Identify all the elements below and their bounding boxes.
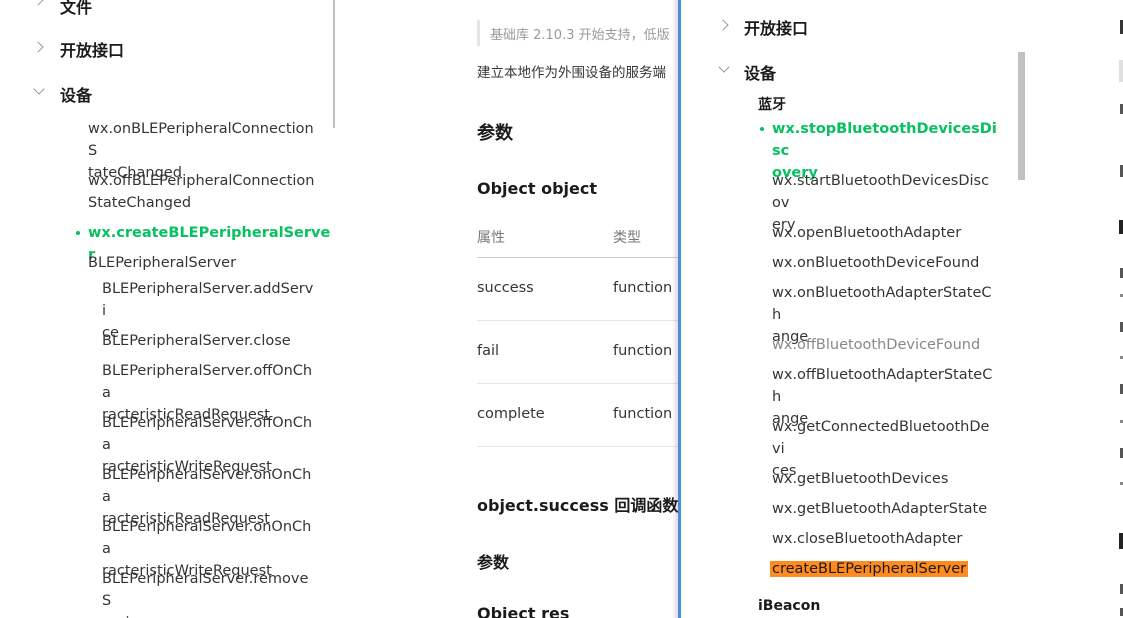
description: 建立本地作为外围设备的服务端 bbox=[477, 65, 666, 81]
row-type-fail: function bbox=[613, 343, 673, 359]
item-line: BLEPeripheralServer.offOnCha bbox=[102, 415, 313, 453]
note-bar bbox=[477, 20, 480, 46]
panel-nav-device[interactable]: 设备 bbox=[744, 60, 776, 84]
item-line: wx.onBLEPeripheralConnectionS bbox=[88, 121, 314, 159]
item-line: ervice bbox=[102, 612, 317, 618]
panel-item-off-device-found[interactable]: wx.offBluetoothDeviceFound bbox=[772, 334, 980, 356]
item-line: BLEPeripheralServer.onOnCha bbox=[102, 467, 312, 505]
params-heading: 参数 bbox=[477, 123, 513, 144]
item-line: BLEPeripheralServer.onOnCha bbox=[102, 519, 312, 557]
sidebar-item-off-ble-peripheral-connection-state-changed[interactable]: wx.offBLEPeripheralConnection StateChang… bbox=[88, 170, 318, 214]
panel-item-get-adapter-state[interactable]: wx.getBluetoothAdapterState bbox=[772, 498, 987, 520]
active-dot-icon bbox=[760, 127, 764, 131]
chevron-right-icon bbox=[717, 19, 729, 31]
callback-heading: object.success 回调函数 bbox=[477, 496, 678, 515]
doc-content: 基础库 2.10.3 开始支持，低版 建立本地作为外围设备的服务端 参数 Obj… bbox=[335, 0, 678, 618]
params-heading-2: 参数 bbox=[477, 553, 510, 572]
clipped-fragment bbox=[1119, 220, 1123, 234]
row-name-fail: fail bbox=[477, 343, 500, 359]
nav-device[interactable]: 设备 bbox=[60, 82, 92, 106]
item-line: wx.getConnectedBluetoothDevi bbox=[772, 419, 990, 457]
item-line: wx.onBluetoothAdapterStateCh bbox=[772, 285, 992, 323]
panel-item-close-adapter[interactable]: wx.closeBluetoothAdapter bbox=[772, 528, 962, 550]
active-dot-icon bbox=[76, 231, 80, 235]
clipped-note-bar bbox=[1119, 60, 1123, 82]
right-content-clipped bbox=[1026, 0, 1123, 618]
object-heading: Object object bbox=[477, 179, 598, 198]
sidebar-item-remove-service[interactable]: BLEPeripheralServer.removeS ervice bbox=[102, 568, 317, 618]
sidebar-item-ble-peripheral-server[interactable]: BLEPeripheralServer bbox=[88, 252, 236, 274]
left-sidebar: 文件 开放接口 设备 wx.onBLEPeripheralConnectionS… bbox=[0, 0, 335, 618]
panel-group-bluetooth[interactable]: 蓝牙 bbox=[758, 94, 786, 114]
th-attribute: 属性 bbox=[477, 230, 505, 246]
item-line: StateChanged bbox=[88, 195, 192, 211]
panel-item-get-devices[interactable]: wx.getBluetoothDevices bbox=[772, 468, 948, 490]
floating-nav-panel: 开放接口 设备 蓝牙 wx.stopBluetoothDevicesDisc o… bbox=[681, 0, 1026, 618]
row-name-success: success bbox=[477, 280, 534, 296]
row-type-success: function bbox=[613, 280, 673, 296]
item-line: wx.startBluetoothDevicesDiscov bbox=[772, 173, 990, 211]
chevron-right-icon bbox=[32, 41, 44, 53]
th-type: 类型 bbox=[613, 230, 641, 246]
panel-scrollbar[interactable] bbox=[1018, 52, 1025, 180]
row-name-complete: complete bbox=[477, 406, 545, 422]
row-type-complete: function bbox=[613, 406, 673, 422]
object-res-heading: Object res bbox=[477, 604, 570, 618]
item-line: BLEPeripheralServer.addServi bbox=[102, 281, 314, 319]
item-line: wx.offBluetoothAdapterStateCh bbox=[772, 367, 993, 405]
nav-file[interactable]: 文件 bbox=[60, 0, 92, 18]
table-divider bbox=[477, 383, 678, 384]
sidebar-item-close[interactable]: BLEPeripheralServer.close bbox=[102, 330, 291, 352]
table-divider bbox=[477, 446, 678, 447]
panel-nav-open-api[interactable]: 开放接口 bbox=[744, 15, 808, 39]
support-note: 基础库 2.10.3 开始支持，低版 bbox=[490, 28, 670, 43]
chevron-down-icon bbox=[718, 61, 730, 73]
table-divider bbox=[477, 320, 678, 321]
panel-item-create-ble-peripheral-server[interactable]: createBLEPeripheralServer bbox=[770, 558, 969, 580]
table-header-divider bbox=[477, 257, 678, 258]
search-highlight: createBLEPeripheralServer bbox=[770, 561, 969, 577]
nav-open-api[interactable]: 开放接口 bbox=[60, 37, 124, 61]
item-line: wx.offBLEPeripheralConnection bbox=[88, 173, 315, 189]
item-line: BLEPeripheralServer.offOnCha bbox=[102, 363, 313, 401]
item-line: BLEPeripheralServer.removeS bbox=[102, 571, 309, 609]
item-line: wx.stopBluetoothDevicesDisc bbox=[772, 121, 997, 159]
clipped-fragment bbox=[1119, 533, 1123, 549]
panel-item-open-adapter[interactable]: wx.openBluetoothAdapter bbox=[772, 222, 961, 244]
chevron-down-icon bbox=[33, 83, 45, 95]
chevron-right-icon bbox=[32, 0, 44, 6]
panel-group-ibeacon[interactable]: iBeacon bbox=[758, 598, 820, 614]
panel-item-on-device-found[interactable]: wx.onBluetoothDeviceFound bbox=[772, 252, 979, 274]
